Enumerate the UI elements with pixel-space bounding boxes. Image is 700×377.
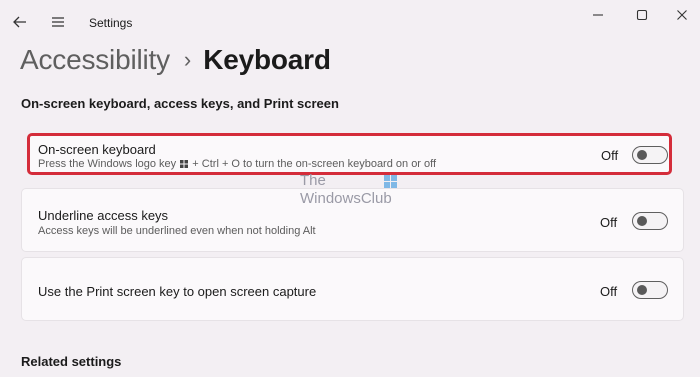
setting-description: Press the Windows logo key + Ctrl + O to… [38,158,436,170]
setting-description: Access keys will be underlined even when… [38,225,316,237]
maximize-icon [636,9,648,21]
breadcrumb-separator: › [183,47,192,72]
related-settings-heading: Related settings [21,354,122,369]
print-screen-toggle[interactable] [632,281,668,299]
breadcrumb-parent-link[interactable]: Accessibility [20,44,170,76]
close-icon [677,10,687,20]
setting-title: Underline access keys [38,208,169,223]
setting-card-on-screen-keyboard[interactable]: On-screen keyboard Press the Windows log… [27,133,672,175]
back-arrow-icon [13,16,26,28]
page-title: Keyboard [203,44,331,75]
title-bar: Settings [0,0,700,40]
section-heading: On-screen keyboard, access keys, and Pri… [21,96,339,111]
minimize-button[interactable] [586,4,610,26]
close-button[interactable] [670,4,694,26]
on-screen-keyboard-toggle[interactable] [632,146,668,164]
maximize-button[interactable] [630,4,654,26]
toggle-state-label: Off [600,284,618,299]
app-title: Settings [89,16,133,30]
setting-card-underline-access-keys[interactable]: Underline access keys Access keys will b… [21,188,684,252]
minimize-icon [593,14,603,16]
watermark-logo-icon [384,175,397,188]
underline-access-keys-toggle[interactable] [632,212,668,230]
breadcrumb: Accessibility › Keyboard [20,40,331,80]
hamburger-menu-icon [52,17,64,27]
windows-logo-icon [180,160,189,168]
toggle-state-label: Off [600,215,618,230]
description-part-1: Press the Windows logo key [38,158,177,170]
description-part-2: + Ctrl + O to turn the on-screen keyboar… [192,158,437,170]
back-button[interactable] [8,8,32,36]
toggle-state-label: Off [601,148,619,163]
toggle-knob [637,285,647,295]
setting-title: On-screen keyboard [38,142,156,157]
setting-card-print-screen[interactable]: Use the Print screen key to open screen … [21,257,684,321]
setting-title: Use the Print screen key to open screen … [38,284,317,299]
toggle-knob [637,216,647,226]
toggle-knob [637,150,647,160]
navigation-menu-button[interactable] [46,8,70,36]
